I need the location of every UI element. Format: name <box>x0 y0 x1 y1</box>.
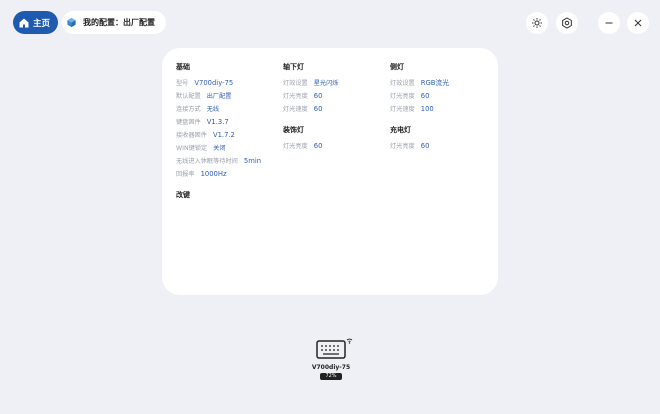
minimize-icon <box>605 22 613 24</box>
remap-title: 改键 <box>176 191 190 199</box>
underglow-section: 轴下灯 灯效设置 星光闪烁 灯光亮度 60 灯光速度 60 装饰灯 灯光亮度 60 <box>283 62 383 153</box>
top-bar: 主页 我的配置：出厂配置 <box>0 0 660 46</box>
basic-row: 连接方式 无线 <box>176 106 220 113</box>
side-section: 侧灯 灯效设置 RGB流光 灯光亮度 60 灯光速度 100 充电灯 灯光亮度 60 <box>390 62 490 153</box>
sun-icon <box>532 18 542 28</box>
basic-section: 基础 型号 V700diy-75 默认配置 出厂配置 连接方式 无线 键盘固件 V1.3… <box>176 62 286 205</box>
device-name: V700diy-75 <box>311 364 351 371</box>
side-row: 灯光速度 100 <box>390 105 434 113</box>
side-row: 灯效设置 RGB流光 <box>390 79 449 87</box>
close-icon <box>634 19 642 27</box>
basic-row: 键盘固件 V1.3.7 <box>176 118 229 126</box>
home-button-label: 主页 <box>33 18 51 29</box>
basic-row: 回报率 1000Hz <box>176 170 227 178</box>
home-button[interactable]: 主页 <box>13 11 58 34</box>
settings-icon <box>562 17 572 29</box>
minimize-button[interactable] <box>598 12 620 34</box>
breadcrumb: 我的配置：出厂配置 <box>62 11 166 34</box>
close-button[interactable] <box>627 12 649 34</box>
breadcrumb-text: 我的配置：出厂配置 <box>83 18 155 27</box>
basic-row: 型号 V700diy-75 <box>176 79 234 87</box>
basic-row: WIN键锁定 关闭 <box>176 145 226 152</box>
battery-badge: 72% <box>320 373 342 380</box>
settings-button[interactable] <box>556 12 578 34</box>
underglow-row: 灯光速度 60 <box>283 105 323 113</box>
config-card: 基础 型号 V700diy-75 默认配置 出厂配置 连接方式 无线 键盘固件 V1.3… <box>162 48 498 295</box>
side-row: 灯光亮度 60 <box>390 92 430 100</box>
keyboard-icon <box>308 336 354 364</box>
charge-title: 充电灯 <box>390 126 411 134</box>
basic-row: 接收器固件 V1.7.2 <box>176 131 235 139</box>
basic-row: 无线进入休眠等待时间 5min <box>176 157 262 165</box>
decor-title: 装饰灯 <box>283 126 304 134</box>
basic-row: 默认配置 出厂配置 <box>176 93 232 100</box>
side-title: 侧灯 <box>390 63 404 71</box>
charge-row: 灯光亮度 60 <box>390 142 430 150</box>
brightness-button[interactable] <box>526 12 548 34</box>
underglow-row: 灯效设置 星光闪烁 <box>283 80 339 87</box>
home-icon <box>19 18 29 27</box>
underglow-row: 灯光亮度 60 <box>283 92 323 100</box>
box-icon <box>67 17 76 28</box>
decor-row: 灯光亮度 60 <box>283 142 323 150</box>
device-tile[interactable]: V700diy-75 72% <box>306 336 356 380</box>
basic-title: 基础 <box>176 63 190 71</box>
underglow-title: 轴下灯 <box>283 63 304 71</box>
